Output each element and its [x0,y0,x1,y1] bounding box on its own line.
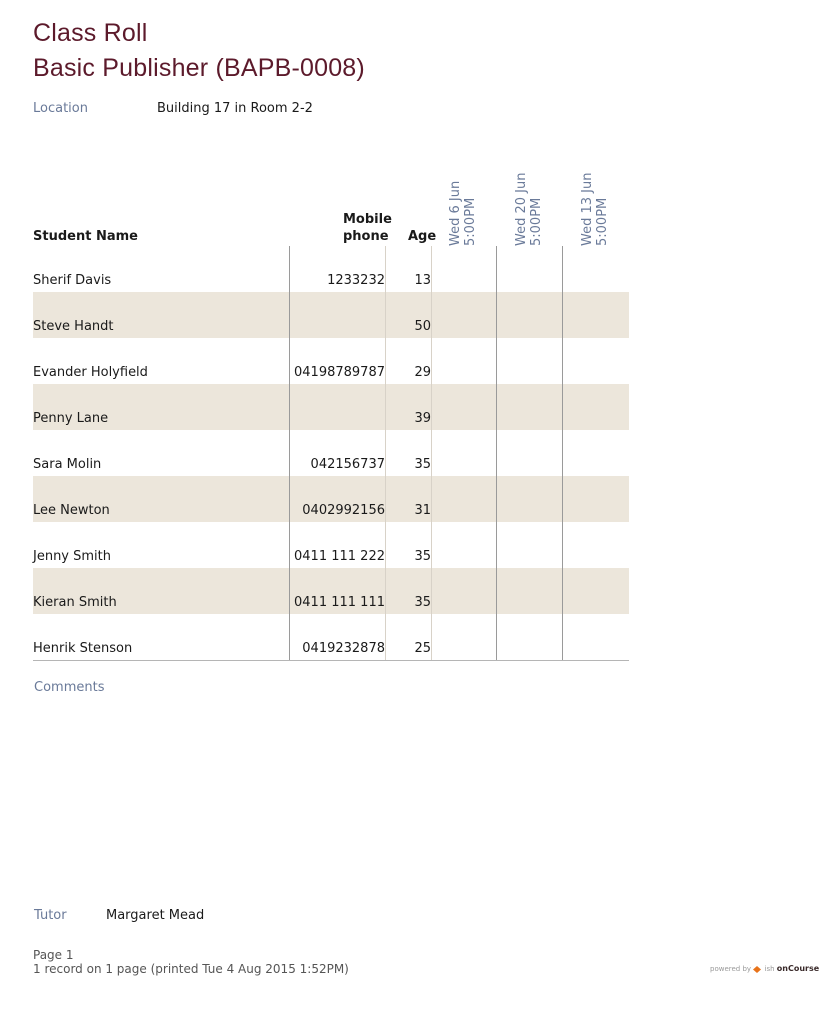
table-row: Jenny Smith 0411 111 222 35 [33,522,629,568]
page-number: Page 1 [33,948,74,962]
table-row: Lee Newton 0402992156 31 [33,476,629,522]
column-divider [289,246,290,660]
student-name-cell: Jenny Smith [33,549,111,564]
course-title: Basic Publisher (BAPB-0008) [33,54,365,82]
table-row: Sara Molin 042156737 35 [33,430,629,476]
page-title: Class Roll [33,19,148,47]
location-value: Building 17 in Room 2-2 [157,101,313,116]
mobile-phone-cell: 0411 111 222 [294,549,385,564]
session-header: Wed 13 Jun 5:00PM [563,170,629,246]
location-label: Location [33,101,88,116]
mobile-phone-cell: 0402992156 [302,503,385,518]
student-name-cell: Lee Newton [33,503,110,518]
session-header-label: Wed 13 Jun 5:00PM [580,173,610,246]
age-cell: 13 [414,273,431,288]
student-name-cell: Evander Holyfield [33,365,148,380]
table-row: Henrik Stenson 0419232878 25 [33,614,629,660]
table-row: Sherif Davis 1233232 13 [33,246,629,292]
student-name-cell: Henrik Stenson [33,641,133,656]
record-info: 1 record on 1 page (printed Tue 4 Aug 20… [33,962,349,976]
mobile-phone-cell: 04198789787 [294,365,385,380]
ish-logo-icon [753,965,762,973]
mobile-phone-cell: 1233232 [327,273,385,288]
session-header-label: Wed 20 Jun 5:00PM [514,173,544,246]
column-header-mobile-line2: phone [343,229,389,244]
age-cell: 31 [414,503,431,518]
powered-by-logo: powered by ish onCourse [710,964,819,973]
student-name-cell: Kieran Smith [33,595,117,610]
age-cell: 35 [414,549,431,564]
tutor-name: Margaret Mead [106,908,205,923]
age-cell: 29 [414,365,431,380]
session-header: Wed 6 Jun 5:00PM [431,170,497,246]
student-name-cell: Steve Handt [33,319,114,334]
age-cell: 39 [414,411,431,426]
table-body: Sherif Davis 1233232 13 Steve Handt 50 Evande… [33,246,629,660]
session-date: Wed 20 Jun [514,172,529,246]
session-date: Wed 13 Jun [580,172,595,246]
column-divider [562,246,563,660]
table-bottom-rule [33,660,629,661]
mobile-phone-cell: 042156737 [310,457,385,472]
session-header: Wed 20 Jun 5:00PM [497,170,563,246]
age-cell: 35 [414,595,431,610]
mobile-phone-cell: 0419232878 [302,641,385,656]
table-row: Penny Lane 39 [33,384,629,430]
table-row: Steve Handt 50 [33,292,629,338]
session-time: 5:00PM [595,197,610,246]
student-name-cell: Sherif Davis [33,273,112,288]
column-header-mobile-line1: Mobile [343,212,392,227]
session-time: 5:00PM [463,197,478,246]
column-header-student-name: Student Name [33,229,138,244]
age-cell: 35 [414,457,431,472]
student-name-cell: Sara Molin [33,457,102,472]
session-header-label: Wed 6 Jun 5:00PM [448,181,478,246]
brand-name: onCourse [776,964,820,973]
mobile-phone-cell: 0411 111 111 [294,595,385,610]
age-cell: 50 [414,319,431,334]
brand-ish: ish [764,965,775,973]
tutor-label: Tutor [34,908,67,923]
table-row: Evander Holyfield 04198789787 29 [33,338,629,384]
session-date: Wed 6 Jun [448,180,463,246]
powered-by-text: powered by [710,965,752,973]
column-divider [496,246,497,660]
table-header: Student Name Mobile phone Age Wed 6 Jun 5… [33,170,629,246]
age-cell: 25 [414,641,431,656]
class-roll-table: Student Name Mobile phone Age Wed 6 Jun 5… [33,170,629,661]
column-divider [385,246,386,660]
student-name-cell: Penny Lane [33,411,109,426]
column-divider [431,246,432,660]
comments-label: Comments [34,680,105,695]
session-time: 5:00PM [529,197,544,246]
column-header-mobile-phone: Mobile phone [343,211,392,245]
table-row: Kieran Smith 0411 111 111 35 [33,568,629,614]
